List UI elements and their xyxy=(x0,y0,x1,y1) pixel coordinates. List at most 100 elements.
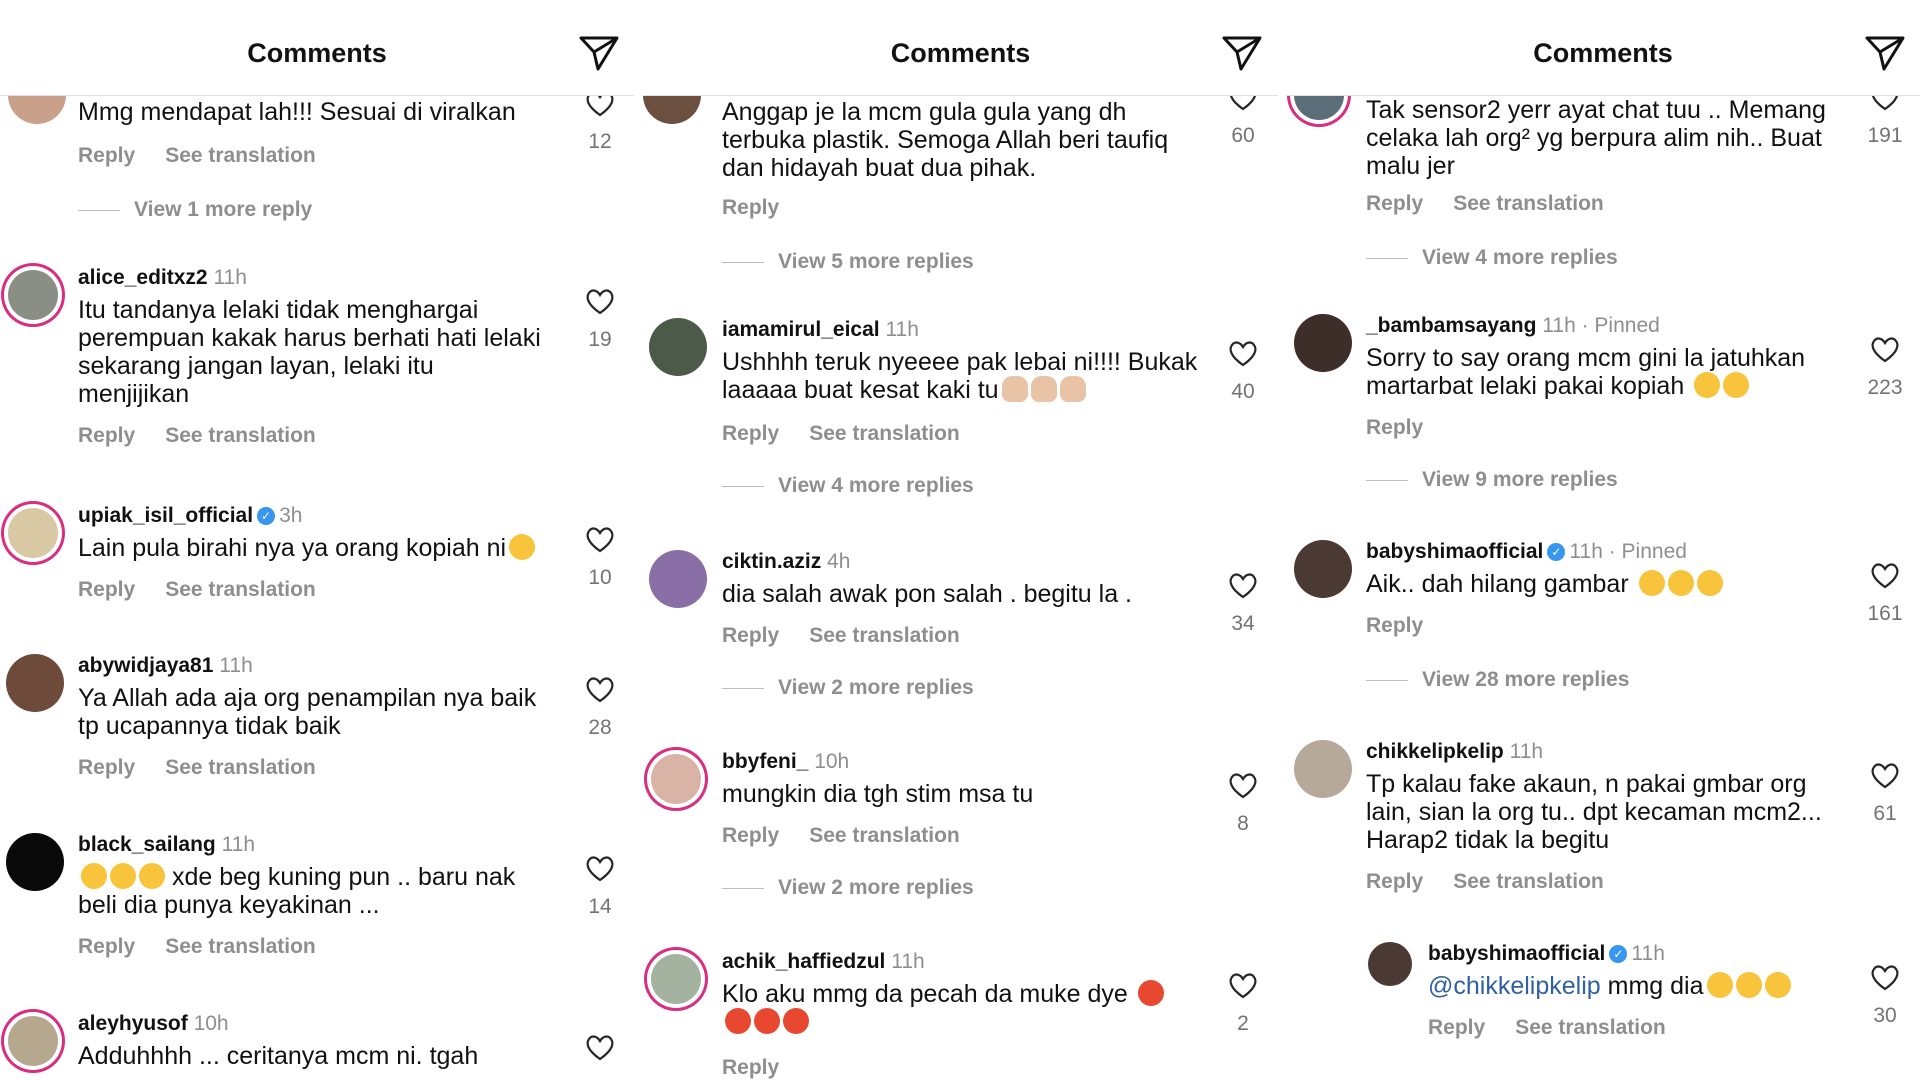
avatar[interactable] xyxy=(6,833,64,891)
view-more-replies[interactable]: View 4 more replies xyxy=(1366,246,1618,270)
timestamp: 11h xyxy=(891,950,925,973)
like-button[interactable]: 19 xyxy=(577,288,623,352)
heart-icon xyxy=(586,856,614,882)
like-button[interactable]: 2 xyxy=(1220,972,1266,1036)
username[interactable]: aleyhyusof xyxy=(78,1012,188,1035)
timestamp: 11h xyxy=(221,833,256,856)
timestamp: 11h xyxy=(1542,314,1576,337)
like-button[interactable]: 8 xyxy=(1220,772,1266,836)
like-count: 223 xyxy=(1867,376,1903,399)
avatar[interactable] xyxy=(4,504,62,562)
like-button[interactable]: 40 xyxy=(1220,340,1266,404)
emoji-icon xyxy=(1735,972,1762,998)
comment-text: Klo aku mmg da pecah da muke dye xyxy=(722,980,1202,1036)
reply-button[interactable]: Reply xyxy=(78,578,135,601)
send-icon[interactable] xyxy=(1864,34,1906,72)
see-translation-button[interactable]: See translation xyxy=(1453,870,1604,893)
view-more-replies[interactable]: View 4 more replies xyxy=(722,474,974,498)
see-translation-button[interactable]: See translation xyxy=(165,756,316,779)
reply-button[interactable]: Reply xyxy=(722,1056,779,1079)
avatar[interactable] xyxy=(4,266,62,324)
username[interactable]: chikkelipkelip xyxy=(1366,740,1504,763)
reply-button[interactable]: Reply xyxy=(722,824,779,847)
like-button[interactable]: 161 xyxy=(1862,562,1908,626)
view-more-replies[interactable]: View 9 more replies xyxy=(1366,468,1618,492)
see-translation-button[interactable]: See translation xyxy=(1453,192,1604,215)
see-translation-button[interactable]: See translation xyxy=(165,144,316,167)
reply-button[interactable]: Reply xyxy=(722,422,779,445)
emoji-icon xyxy=(110,863,136,889)
see-translation-button[interactable]: See translation xyxy=(165,424,316,447)
reply-button[interactable]: Reply xyxy=(1366,870,1423,893)
view-more-replies[interactable]: View 5 more replies xyxy=(722,250,974,274)
reply-button[interactable]: Reply xyxy=(78,144,135,167)
avatar[interactable] xyxy=(1294,740,1352,798)
avatar[interactable] xyxy=(4,1012,62,1070)
avatar[interactable] xyxy=(1368,942,1412,986)
reply-button[interactable]: Reply xyxy=(1366,192,1423,215)
see-translation-button[interactable]: See translation xyxy=(1515,1016,1666,1039)
timestamp: 11h xyxy=(1631,942,1665,965)
view-more-replies[interactable]: View 28 more replies xyxy=(1366,668,1629,692)
username[interactable]: babyshimaofficial xyxy=(1366,540,1543,563)
like-button[interactable]: 61 xyxy=(1862,762,1908,826)
like-button[interactable]: 10 xyxy=(577,526,623,590)
emoji-icon xyxy=(1694,372,1721,398)
reply-button[interactable]: Reply xyxy=(1366,614,1423,637)
avatar[interactable] xyxy=(649,550,707,608)
avatar[interactable] xyxy=(647,950,705,1008)
avatar[interactable] xyxy=(647,750,705,808)
heart-icon xyxy=(586,289,614,315)
username[interactable]: bbyfeni_ xyxy=(722,750,808,773)
like-button[interactable]: 223 xyxy=(1862,336,1908,400)
reply-button[interactable]: Reply xyxy=(78,935,135,958)
like-button[interactable]: 34 xyxy=(1220,572,1266,636)
username[interactable]: ciktin.aziz xyxy=(722,550,821,573)
see-translation-button[interactable]: See translation xyxy=(165,578,316,601)
reply-button[interactable]: Reply xyxy=(78,756,135,779)
reply-button[interactable]: Reply xyxy=(722,624,779,647)
username[interactable]: abywidjaya81 xyxy=(78,654,213,677)
comment-actions: Reply See translation xyxy=(78,144,346,168)
view-more-replies[interactable]: View 2 more replies xyxy=(722,876,974,900)
reply-button[interactable]: Reply xyxy=(1428,1016,1485,1039)
verified-badge-icon: ✓ xyxy=(1547,543,1566,562)
username[interactable]: _bambamsayang xyxy=(1366,314,1536,337)
username[interactable]: alice_editxz2 xyxy=(78,266,208,289)
mention-link[interactable]: @chikkelipkelip xyxy=(1428,972,1601,1000)
comments-panel-3: Comments Tak sensor2 yerr ayat chat tuu … xyxy=(1286,0,1920,1080)
reply-button[interactable]: Reply xyxy=(1366,416,1423,439)
username[interactable]: upiak_isil_official xyxy=(78,504,253,527)
username[interactable]: babyshimaofficial xyxy=(1428,942,1605,965)
like-button[interactable]: 28 xyxy=(577,676,623,740)
like-button[interactable]: 12 xyxy=(577,90,623,154)
reply-button[interactable]: Reply xyxy=(78,424,135,447)
emoji-icon xyxy=(139,863,165,889)
reply-button[interactable]: Reply xyxy=(722,196,779,219)
avatar[interactable] xyxy=(6,654,64,712)
username[interactable]: iamamirul_eical xyxy=(722,318,880,341)
like-button[interactable]: 30 xyxy=(1862,964,1908,1028)
view-more-replies[interactable]: View 2 more replies xyxy=(722,676,974,700)
comment-text: @chikkelipkelip mmg dia xyxy=(1428,972,1848,1000)
username[interactable]: black_sailang xyxy=(78,833,216,856)
avatar[interactable] xyxy=(649,318,707,376)
comment-text: Tp kalau fake akaun, n pakai gmbar org l… xyxy=(1366,770,1822,854)
see-translation-button[interactable]: See translation xyxy=(809,624,960,647)
panel-title: Comments xyxy=(247,38,387,68)
see-translation-button[interactable]: See translation xyxy=(165,935,316,958)
like-count: 28 xyxy=(588,716,612,739)
see-translation-button[interactable]: See translation xyxy=(809,824,960,847)
username[interactable]: achik_haffiedzul xyxy=(722,950,885,973)
send-icon[interactable] xyxy=(1221,34,1263,72)
send-icon[interactable] xyxy=(578,34,620,72)
like-button[interactable] xyxy=(577,1034,623,1066)
avatar[interactable] xyxy=(1294,540,1352,598)
panel-title: Comments xyxy=(890,38,1031,68)
comment-meta: _bambamsayang 11h · Pinned xyxy=(1366,314,1660,338)
see-translation-button[interactable]: See translation xyxy=(809,422,960,445)
comment-meta: babyshimaofficial ✓ 11h · Pinned xyxy=(1366,540,1687,564)
like-button[interactable]: 14 xyxy=(577,855,623,919)
avatar[interactable] xyxy=(1294,314,1352,372)
view-more-replies[interactable]: View 1 more reply xyxy=(78,198,312,222)
